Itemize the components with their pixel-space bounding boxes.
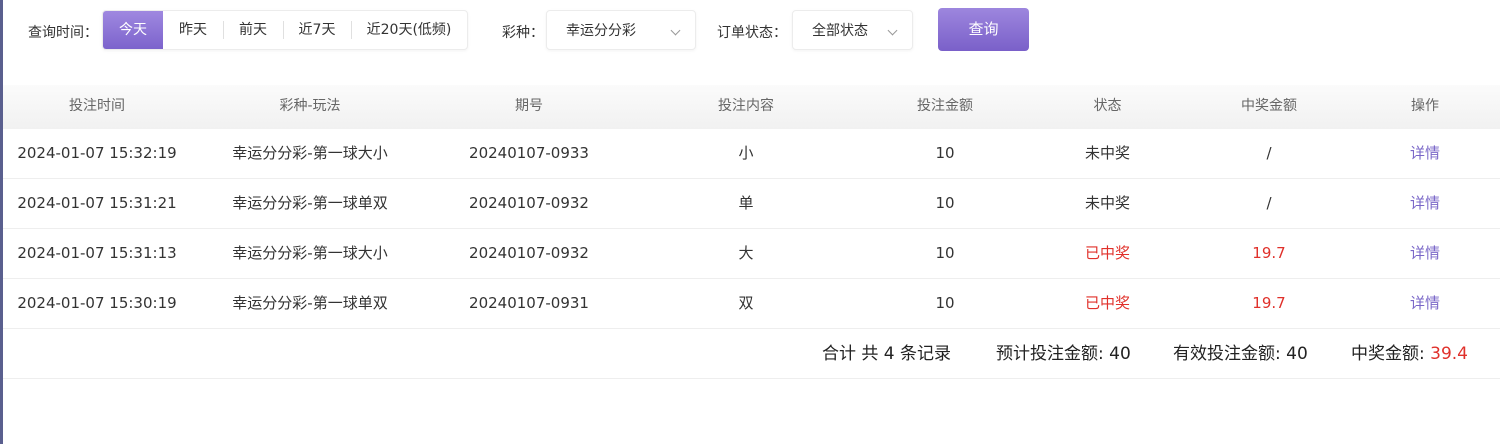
summary-win-value: 39.4 [1430,344,1468,364]
time-option-yesterday[interactable]: 昨天 [163,11,223,49]
summary-expected-value: 40 [1109,344,1131,364]
cell-bet-content: 大 [738,244,754,262]
table-row: 2024-01-07 15:30:19 幸运分分彩-第一球单双 20240107… [3,279,1500,329]
cell-bet-amount: 10 [935,244,955,262]
details-link[interactable]: 详情 [1350,229,1500,278]
header-bet-content: 投注内容 [718,98,774,114]
chevron-down-icon [887,25,898,36]
summary-row: 合计 共 4 条记录 预计投注金额: 40 有效投注金额: 40 中奖金额: 3… [3,329,1500,379]
cell-status: 未中奖 [1084,144,1130,162]
cell-issue: 20240107-0933 [469,144,589,162]
cell-bet-amount: 10 [935,194,955,212]
details-link[interactable]: 详情 [1350,279,1500,328]
cell-lottery-play: 幸运分分彩-第一球大小 [232,144,388,162]
cell-bet-time: 2024-01-07 15:31:13 [17,244,177,262]
cell-bet-content: 单 [738,194,754,212]
summary-valid-value: 40 [1286,344,1308,364]
cell-win-amount: / [1266,144,1272,162]
cell-bet-time: 2024-01-07 15:30:19 [17,294,177,312]
cell-lottery-play: 幸运分分彩-第一球单双 [232,194,388,212]
query-button[interactable]: 查询 [938,8,1029,51]
cell-lottery-play: 幸运分分彩-第一球单双 [232,294,388,312]
time-option-today[interactable]: 今天 [103,11,163,49]
header-bet-amount: 投注金额 [917,98,973,114]
cell-win-amount: 19.7 [1252,244,1286,262]
table-row: 2024-01-07 15:32:19 幸运分分彩-第一球大小 20240107… [3,129,1500,179]
cell-bet-content: 小 [738,144,754,162]
status-select[interactable]: 全部状态 [792,10,913,50]
filter-bar: 查询时间： 今天 昨天 前天 近7天 近20天(低频) 彩种： 幸运分分彩 订单… [0,0,1500,62]
time-option-day-before[interactable]: 前天 [223,11,283,49]
summary-win-label: 中奖金额: [1351,344,1431,364]
cell-bet-content: 双 [738,294,754,312]
cell-issue: 20240107-0932 [469,194,589,212]
time-option-7-days[interactable]: 近7天 [283,11,351,49]
header-issue: 期号 [515,98,543,114]
cell-win-amount: / [1266,194,1272,212]
header-status: 状态 [1093,98,1122,114]
header-action: 操作 [1411,98,1439,114]
cell-lottery-play: 幸运分分彩-第一球大小 [232,244,388,262]
table-row: 2024-01-07 15:31:21 幸运分分彩-第一球单双 20240107… [3,179,1500,229]
table-row: 2024-01-07 15:31:13 幸运分分彩-第一球大小 20240107… [3,229,1500,279]
lottery-select[interactable]: 幸运分分彩 [546,10,696,50]
header-lottery-play: 彩种-玩法 [279,98,341,114]
time-range-group: 今天 昨天 前天 近7天 近20天(低频) [102,10,468,50]
status-filter-label: 订单状态： [717,25,787,41]
summary-total-records: 合计 共 4 条记录 [822,344,952,364]
cell-status: 已中奖 [1084,294,1130,312]
cell-status: 未中奖 [1084,194,1130,212]
cell-bet-amount: 10 [935,144,955,162]
summary-win-amount: 中奖金额: 39.4 [1351,329,1468,379]
lottery-filter-label: 彩种： [502,25,544,41]
header-win-amount: 中奖金额 [1241,98,1297,114]
cell-win-amount: 19.7 [1252,294,1286,312]
status-select-value: 全部状态 [812,23,868,39]
summary-expected-label: 预计投注金额: [996,344,1110,364]
cell-issue: 20240107-0931 [469,294,589,312]
cell-bet-time: 2024-01-07 15:31:21 [17,194,177,212]
cell-issue: 20240107-0932 [469,244,589,262]
chevron-down-icon [670,25,681,36]
header-bet-time: 投注时间 [69,98,125,114]
details-link[interactable]: 详情 [1350,179,1500,228]
cell-status: 已中奖 [1084,244,1130,262]
summary-valid-label: 有效投注金额: [1173,344,1287,364]
cell-bet-amount: 10 [935,294,955,312]
table-header: 投注时间 彩种-玩法 期号 投注内容 投注金额 状态 中奖金额 操作 [3,85,1500,129]
details-link[interactable]: 详情 [1350,129,1500,178]
bet-records-table: 投注时间 彩种-玩法 期号 投注内容 投注金额 状态 中奖金额 操作 2024-… [3,85,1500,379]
lottery-select-value: 幸运分分彩 [566,23,636,39]
cell-bet-time: 2024-01-07 15:32:19 [17,144,177,162]
summary-expected-amount: 预计投注金额: 40 [996,329,1131,379]
time-filter-label: 查询时间： [28,25,98,41]
time-option-20-days[interactable]: 近20天(低频) [351,11,467,49]
summary-valid-amount: 有效投注金额: 40 [1173,329,1308,379]
